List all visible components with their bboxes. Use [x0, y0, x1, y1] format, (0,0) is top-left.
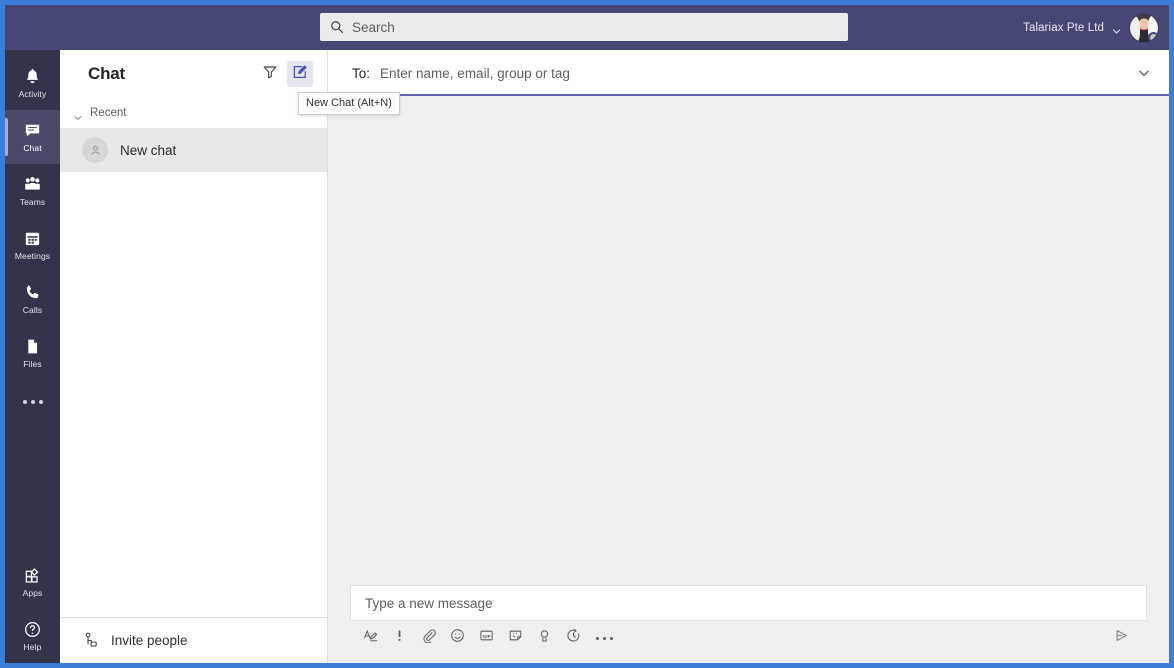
format-text-button[interactable]	[358, 626, 382, 650]
send-button[interactable]	[1109, 626, 1133, 650]
to-field-bar: To:	[328, 50, 1169, 96]
sidebar-more-apps-button[interactable]	[5, 380, 60, 424]
bell-icon	[23, 67, 42, 86]
sidebar-item-activity[interactable]: Activity	[5, 56, 60, 110]
giphy-button[interactable]: GIF	[474, 626, 498, 650]
ellipsis-icon	[596, 637, 599, 640]
gif-icon: GIF	[479, 628, 494, 648]
list-item[interactable]: New chat	[60, 128, 327, 172]
filter-funnel-icon	[262, 64, 278, 85]
chat-list-header: Chat	[60, 50, 327, 98]
message-input-box[interactable]	[350, 585, 1147, 621]
title-bar: Talariax Pte Ltd	[5, 5, 1169, 50]
calendar-icon	[23, 229, 42, 248]
sidebar-label: Teams	[20, 197, 46, 207]
presence-badge	[1148, 32, 1159, 43]
sidebar-item-teams[interactable]: Teams	[5, 164, 60, 218]
recent-section-header[interactable]: Recent	[60, 98, 327, 128]
invite-people-button[interactable]: Invite people	[60, 617, 327, 663]
svg-text:GIF: GIF	[482, 634, 490, 640]
ellipsis-icon	[39, 400, 43, 404]
app-rail: Activity Chat	[5, 50, 60, 663]
chevron-down-icon[interactable]	[1137, 66, 1151, 80]
org-name: Talariax Pte Ltd	[1023, 22, 1104, 34]
org-switcher[interactable]: Talariax Pte Ltd	[1023, 5, 1159, 50]
chat-list-actions	[257, 61, 313, 87]
sidebar-item-meetings[interactable]: Meetings	[5, 218, 60, 272]
emoji-smile-icon	[450, 628, 465, 648]
chat-list-panel: Chat	[60, 50, 328, 663]
sidebar-label: Activity	[19, 89, 47, 99]
search-input[interactable]	[352, 13, 838, 41]
emoji-button[interactable]	[445, 626, 469, 650]
sidebar-item-files[interactable]: Files	[5, 326, 60, 380]
list-item-label: New chat	[120, 143, 176, 158]
sidebar-item-help[interactable]: Help	[5, 609, 60, 663]
invite-people-icon	[82, 632, 99, 649]
invite-people-label: Invite people	[111, 633, 188, 648]
sidebar-label: Calls	[23, 305, 42, 315]
sidebar-item-apps[interactable]: Apps	[5, 555, 60, 609]
to-label: To:	[352, 66, 370, 81]
sidebar-label: Meetings	[15, 251, 50, 261]
section-label: Recent	[90, 107, 126, 119]
schedule-send-button[interactable]	[561, 626, 585, 650]
compose-area: GIF	[328, 585, 1169, 663]
to-field-underline	[328, 94, 1169, 96]
praise-award-icon	[537, 628, 552, 648]
search-box[interactable]	[320, 13, 848, 41]
attach-file-button[interactable]	[416, 626, 440, 650]
sidebar-label: Chat	[23, 143, 41, 153]
help-circle-icon	[23, 620, 42, 639]
sidebar-item-chat[interactable]: Chat	[5, 110, 60, 164]
sidebar-item-calls[interactable]: Calls	[5, 272, 60, 326]
important-exclamation-icon	[392, 628, 407, 648]
chat-list-spacer	[60, 172, 327, 617]
ellipsis-icon	[603, 637, 606, 640]
avatar[interactable]	[1129, 13, 1159, 43]
ellipsis-icon	[610, 637, 613, 640]
filter-button[interactable]	[257, 61, 283, 87]
page-title: Chat	[88, 64, 125, 84]
sidebar-label: Files	[23, 359, 41, 369]
ellipsis-icon	[23, 400, 27, 404]
conversation-area	[328, 96, 1169, 585]
sidebar-label: Apps	[23, 588, 43, 598]
format-text-icon	[363, 628, 378, 648]
person-avatar-icon	[82, 137, 108, 163]
sticker-icon	[508, 628, 523, 648]
paperclip-icon	[421, 628, 436, 648]
send-arrow-icon	[1113, 627, 1130, 649]
new-chat-tooltip: New Chat (Alt+N)	[298, 92, 400, 115]
praise-button[interactable]	[532, 626, 556, 650]
app-body: Activity Chat	[5, 50, 1169, 663]
compose-new-chat-icon	[292, 64, 308, 85]
rail-spacer	[5, 424, 60, 555]
chevron-down-icon	[74, 109, 82, 117]
search-icon	[330, 20, 344, 34]
chevron-down-icon	[1112, 23, 1121, 32]
sticker-button[interactable]	[503, 626, 527, 650]
file-icon	[23, 337, 42, 356]
sidebar-label: Help	[24, 642, 42, 652]
main-panel: To:	[328, 50, 1169, 663]
teams-window: Talariax Pte Ltd Activity	[0, 0, 1174, 668]
clock-loop-icon	[566, 628, 581, 648]
compose-more-options-button[interactable]	[590, 637, 619, 640]
delivery-options-button[interactable]	[387, 626, 411, 650]
to-input[interactable]	[380, 50, 1127, 96]
compose-toolbar: GIF	[350, 621, 1147, 655]
phone-icon	[23, 283, 42, 302]
ellipsis-icon	[31, 400, 35, 404]
new-chat-button[interactable]	[287, 61, 313, 87]
apps-grid-icon	[23, 566, 42, 585]
people-icon	[23, 175, 42, 194]
chat-bubble-icon	[23, 121, 42, 140]
message-input[interactable]	[365, 586, 1132, 620]
